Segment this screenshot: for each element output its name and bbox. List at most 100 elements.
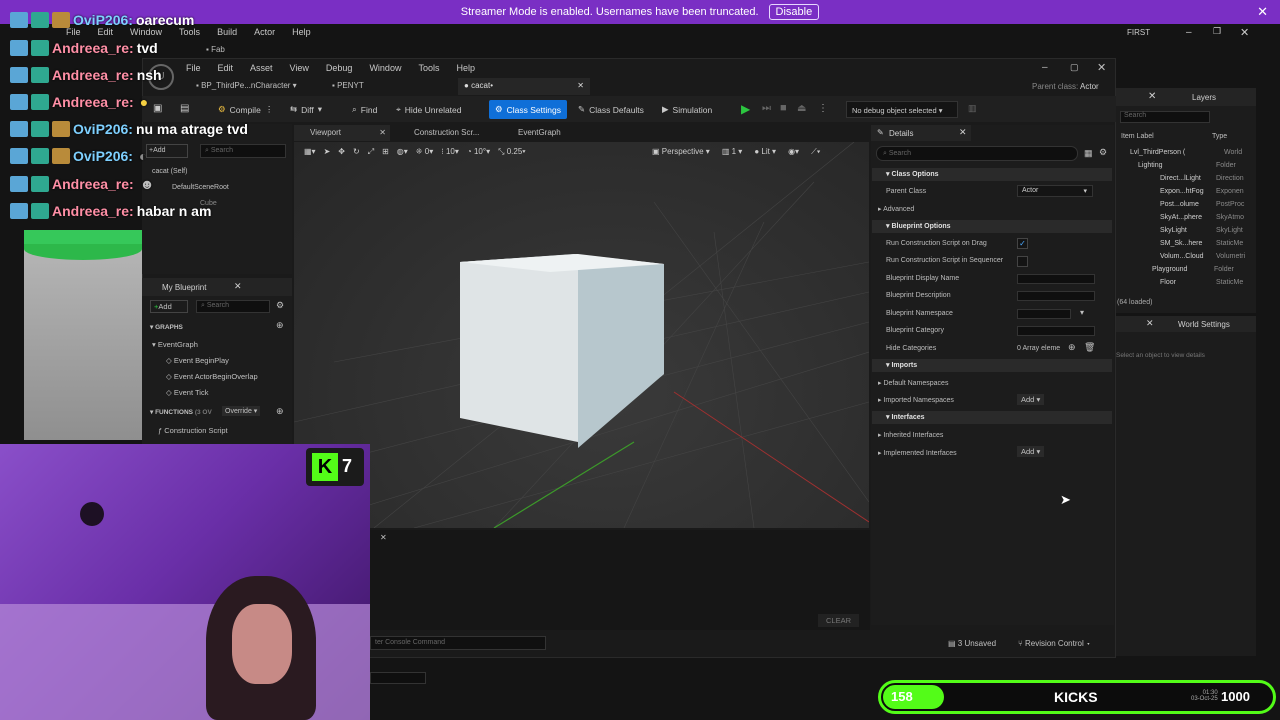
add-component-button[interactable]: +Add [146, 144, 188, 158]
close-icon[interactable]: ✕ [234, 281, 242, 292]
camera-speed-dropdown[interactable]: ▥ 1 ▾ [722, 147, 742, 157]
component-self[interactable]: cacat (Self) [152, 168, 187, 175]
maximize-icon[interactable]: ❐ [1213, 26, 1221, 37]
functions-header[interactable]: ▾ FUNCTIONS (3 OV [150, 408, 212, 416]
display-name-field[interactable] [1017, 274, 1095, 284]
scale-icon[interactable]: ⤢ [368, 147, 374, 157]
list-item[interactable]: Playground Folder [1152, 266, 1260, 273]
eject-icon[interactable]: ⏏ [797, 103, 806, 114]
fab-tab[interactable]: ▪ Fab [206, 45, 225, 54]
class-defaults-button[interactable]: ✎ Class Defaults [578, 104, 644, 115]
play-icon[interactable]: ▶ [741, 102, 750, 116]
category-field[interactable] [1017, 326, 1095, 336]
back-console-input[interactable] [370, 672, 426, 684]
maximize-icon[interactable]: ▢ [1070, 62, 1079, 73]
namespace-field[interactable] [1017, 309, 1071, 319]
menu-file[interactable]: File [66, 27, 81, 37]
surface-snap-icon[interactable]: ⊞ [382, 147, 389, 157]
menu-tools[interactable]: Tools [418, 63, 439, 73]
my-blueprint-search[interactable]: ⌕ Search [196, 300, 270, 313]
blueprint-viewport[interactable]: ▦▾ ➤ ✥ ↻ ⤢ ⊞ ◍▾ ⁜ 0▾ ⁝ 10▾ ◔ 10°▾ ⤡ 0.25… [294, 142, 869, 528]
snap-rotate[interactable]: ◔ 10°▾ [467, 147, 490, 157]
world-icon[interactable]: ◍▾ [397, 147, 408, 157]
menu-help[interactable]: Help [456, 63, 475, 73]
show-icon[interactable]: ◉▾ [788, 147, 799, 157]
snap-grid[interactable]: ⁝ 10▾ [441, 147, 459, 157]
run-cs-drag-checkbox[interactable]: ✓ [1017, 238, 1028, 249]
snap-translate[interactable]: ⁜ 0▾ [416, 147, 433, 157]
unsaved-button[interactable]: ▤ 3 Unsaved [948, 639, 996, 648]
step-icon[interactable]: ⏭ [762, 103, 771, 114]
add-button[interactable]: +Add [150, 300, 188, 313]
details-search[interactable]: ⌕ Search [876, 146, 1078, 161]
level-viewport[interactable] [24, 230, 142, 440]
debug-object-select[interactable]: No debug object selected ▾ [846, 101, 958, 118]
event-beginplay[interactable]: ◇ Event BeginPlay [166, 356, 229, 365]
components-search[interactable]: ⌕ Search [200, 144, 286, 158]
simulation-button[interactable]: ▶ Simulation [662, 104, 712, 115]
list-item[interactable]: Direct...lLight Direction [1160, 175, 1260, 182]
col-item-label[interactable]: Item Label [1121, 133, 1154, 140]
debug-options-icon[interactable]: ▥ [968, 103, 977, 114]
menu-tools[interactable]: Tools [179, 27, 200, 37]
list-item[interactable]: SkyAt...phere SkyAtmo [1160, 214, 1260, 221]
list-item[interactable]: Post...olume PostProc [1160, 201, 1260, 208]
tab-construction[interactable]: Construction Scr... [402, 125, 492, 141]
snap-scale[interactable]: ⤡ 0.25▾ [498, 147, 526, 157]
move-icon[interactable]: ✥ [338, 147, 345, 157]
table-view-icon[interactable]: ▦ [1084, 148, 1093, 159]
rotate-icon[interactable]: ↻ [353, 147, 360, 157]
event-actor-begin-overlap[interactable]: ◇ Event ActorBeginOverlap [166, 372, 258, 381]
settings-icon[interactable]: ⟋▾ [811, 147, 821, 157]
add-import-button[interactable]: Add ▾ [1017, 394, 1045, 405]
imports-section[interactable]: ▾ Imports [872, 359, 1112, 372]
revision-control-button[interactable]: ⑂ Revision Control ▾ [1018, 639, 1091, 648]
col-type[interactable]: Type [1212, 133, 1227, 140]
gear-icon[interactable]: ⚙ [1099, 147, 1107, 158]
blueprint-options-section[interactable]: ▾ Blueprint Options [872, 220, 1112, 233]
interfaces-section[interactable]: ▾ Interfaces [872, 411, 1112, 424]
perspective-dropdown[interactable]: ▣ Perspective ▾ [652, 147, 710, 157]
diff-button[interactable]: ⇆ Diff ▾ [290, 104, 322, 115]
event-tick[interactable]: ◇ Event Tick [166, 388, 208, 397]
construction-script-item[interactable]: ƒ Construction Script [158, 426, 228, 435]
implemented-interfaces-row[interactable]: ▸ Implemented Interfaces [878, 449, 957, 457]
close-icon[interactable]: ✕ [1148, 91, 1156, 102]
add-graph-icon[interactable]: ⊕ [276, 320, 284, 331]
class-options-section[interactable]: ▾ Class Options [872, 168, 1112, 181]
close-window-icon[interactable]: ✕ [1097, 61, 1106, 74]
menu-edit[interactable]: Edit [98, 27, 114, 37]
close-window-icon[interactable]: ✕ [1240, 26, 1249, 39]
list-item[interactable]: Expon...htFog Exponen [1160, 188, 1260, 195]
clear-button[interactable]: CLEAR [818, 614, 860, 627]
advanced-section[interactable]: ▸ Advanced [878, 205, 914, 213]
menu-debug[interactable]: Debug [326, 63, 353, 73]
list-item[interactable]: Lvl_ThirdPerson (World [1130, 149, 1260, 156]
close-icon[interactable]: ✕ [959, 127, 967, 138]
namespace-dropdown[interactable]: ▾ [1080, 308, 1084, 317]
default-namespaces-row[interactable]: ▸ Default Namespaces [878, 379, 948, 387]
list-item[interactable]: SkyLight SkyLight [1160, 227, 1260, 234]
list-item[interactable]: Lighting Folder [1138, 162, 1260, 169]
add-element-icon[interactable]: ⊕ [1068, 342, 1076, 353]
override-dropdown[interactable]: Override ▾ [222, 406, 261, 416]
menu-build[interactable]: Build [217, 27, 237, 37]
list-item[interactable]: Floor StaticMe [1160, 279, 1260, 286]
tab-cacat[interactable]: ● cacat• ✕ [458, 78, 590, 95]
list-item[interactable]: Volum...Cloud Volumetri [1160, 253, 1260, 260]
menu-actor[interactable]: Actor [254, 27, 275, 37]
inherited-interfaces-row[interactable]: ▸ Inherited Interfaces [878, 431, 943, 439]
menu-edit[interactable]: Edit [218, 63, 234, 73]
menu-asset[interactable]: Asset [250, 63, 273, 73]
list-item[interactable]: SM_Sk...here StaticMe [1160, 240, 1260, 247]
layers-search[interactable]: Search [1120, 111, 1210, 123]
close-icon[interactable]: ✕ [1257, 4, 1268, 20]
menu-view[interactable]: View [290, 63, 309, 73]
minimize-icon[interactable]: – [1186, 27, 1192, 38]
parent-class-dropdown[interactable]: Actor ▾ [1017, 185, 1093, 197]
menu-window[interactable]: Window [369, 63, 401, 73]
event-graph-item[interactable]: ▾ EventGraph [152, 340, 198, 349]
hide-unrelated-button[interactable]: ⌖ Hide Unrelated [396, 104, 462, 115]
browse-icon[interactable]: ▤ [180, 103, 189, 114]
description-field[interactable] [1017, 291, 1095, 301]
